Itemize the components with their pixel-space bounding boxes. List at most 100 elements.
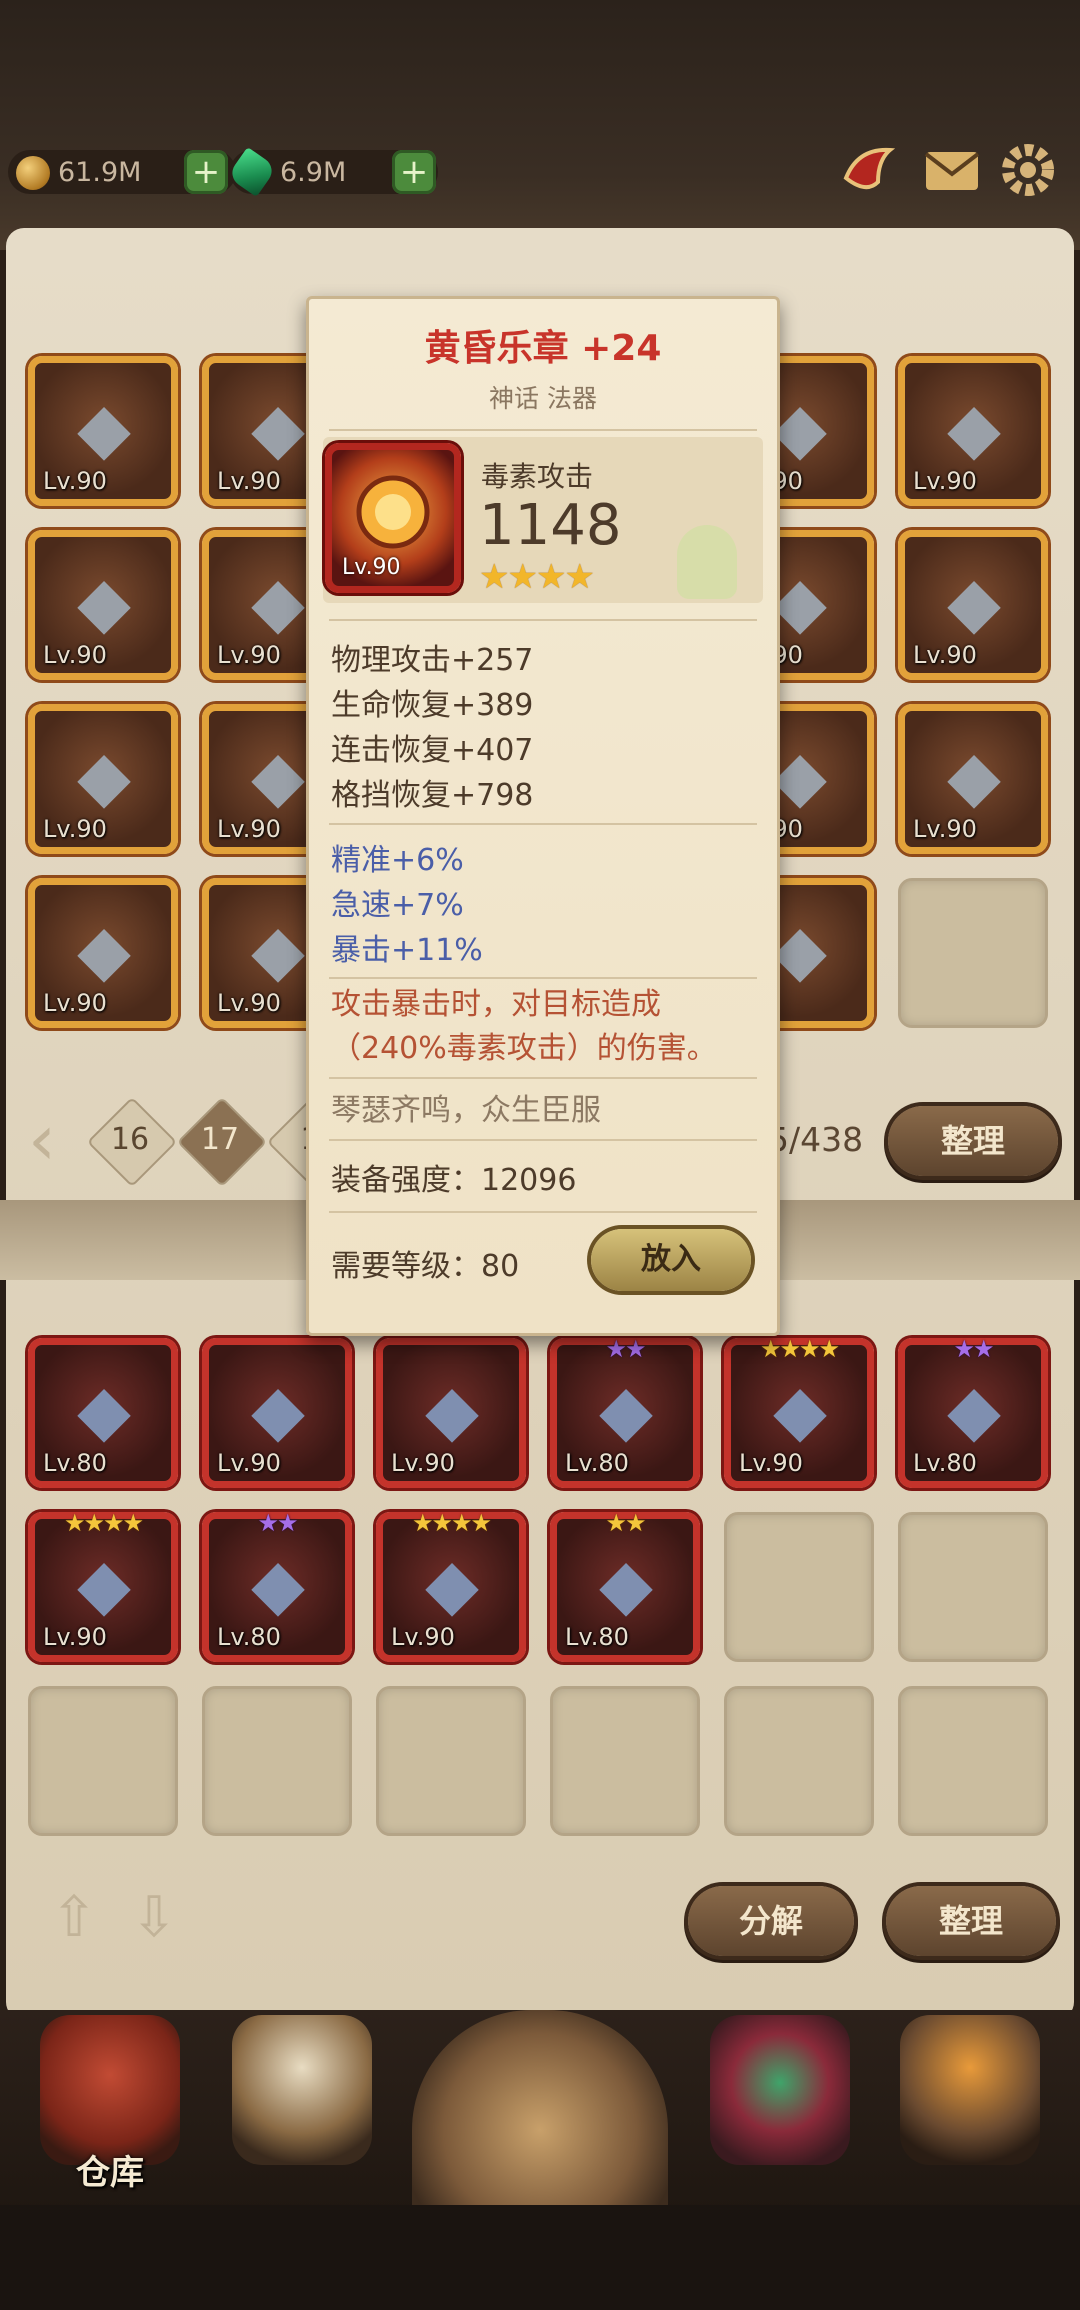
mail-icon[interactable] bbox=[920, 138, 984, 202]
slot-level: Lv.90 bbox=[43, 1623, 107, 1651]
equipped-slot[interactable]: ◆ ★★ Lv.80 bbox=[898, 1335, 1048, 1488]
inventory-slot[interactable]: ◆Lv.90 bbox=[898, 704, 1048, 854]
scroll-down-arrow-icon[interactable]: ⇩ bbox=[124, 1888, 184, 1948]
empty-slot[interactable] bbox=[376, 1686, 526, 1836]
tavern-icon bbox=[232, 2015, 372, 2165]
equipped-slot[interactable]: ◆ ★★ Lv.80 bbox=[550, 1335, 700, 1488]
helmet-nav-icon bbox=[710, 2015, 850, 2165]
gem-resource: 6.9M + bbox=[226, 146, 438, 198]
main-attr-label: 毒素攻击 bbox=[481, 460, 594, 493]
coin-resource: 61.9M + bbox=[8, 150, 236, 194]
armor-icon: ◆ bbox=[77, 1543, 131, 1625]
gem-amount: 6.9M bbox=[280, 156, 347, 188]
slot-level: Lv.90 bbox=[217, 1449, 281, 1477]
inventory-slot[interactable]: ◆Lv.90 bbox=[28, 704, 178, 854]
inventory-slot[interactable]: ◆Lv.90 bbox=[28, 878, 178, 1028]
empty-slot[interactable] bbox=[724, 1512, 874, 1662]
slot-level: Lv.80 bbox=[913, 1449, 977, 1477]
slot-stars: ★★ bbox=[605, 1509, 646, 1537]
eyeball-icon: ◆ bbox=[251, 1543, 305, 1625]
nav-tavern[interactable] bbox=[212, 2005, 392, 2195]
item-icon: Lv.90 bbox=[325, 443, 461, 593]
divider bbox=[329, 977, 757, 979]
slot-level: Lv.90 bbox=[913, 641, 977, 669]
inventory-slot[interactable]: ◆Lv.90 bbox=[898, 530, 1048, 680]
level-label: 需要等级： bbox=[331, 1249, 481, 1284]
slot-level: Lv.80 bbox=[217, 1623, 281, 1651]
flavor-text: 琴瑟齐鸣，众生臣服 bbox=[331, 1093, 601, 1128]
wing-icon: ◆ bbox=[425, 1543, 479, 1625]
page-number: 16 bbox=[110, 1122, 150, 1157]
scroll-up-arrow-icon[interactable]: ⇧ bbox=[44, 1888, 104, 1948]
add-gem-button[interactable]: + bbox=[392, 150, 436, 194]
prev-page-arrow-icon[interactable]: ‹ bbox=[28, 1105, 56, 1175]
stat-line: 连击恢复+407 bbox=[331, 733, 534, 768]
horn-icon[interactable] bbox=[838, 138, 902, 202]
amber-orb-icon: ◆ bbox=[773, 1369, 827, 1451]
item-level: Lv.90 bbox=[342, 555, 401, 580]
warehouse-icon bbox=[40, 2015, 180, 2165]
slot-level: Lv.90 bbox=[739, 1449, 803, 1477]
slot-stars: ★★ bbox=[953, 1335, 994, 1363]
inventory-slot[interactable]: ◆Lv.90 bbox=[898, 356, 1048, 506]
slot-level: Lv.90 bbox=[217, 815, 281, 843]
equipped-slot[interactable]: ◆ Lv.90 bbox=[376, 1338, 526, 1488]
slot-level: Lv.90 bbox=[217, 989, 281, 1017]
empty-slot[interactable] bbox=[898, 1686, 1048, 1836]
inventory-slot[interactable]: ◆Lv.90 bbox=[28, 530, 178, 680]
equipped-slot[interactable]: ◆ ★★★★ Lv.90 bbox=[724, 1335, 874, 1488]
item-tooltip: 黄昏乐章 +24 神话 法器 Lv.90 毒素攻击 1148 ★★★★ 物理攻击… bbox=[306, 296, 780, 1336]
slot-stars: ★★ bbox=[257, 1509, 298, 1537]
slot-level: Lv.80 bbox=[565, 1623, 629, 1651]
empty-slot[interactable] bbox=[898, 1512, 1048, 1662]
slot-level: Lv.90 bbox=[217, 467, 281, 495]
slot-level: Lv.90 bbox=[43, 467, 107, 495]
power-row: 装备强度：12096 bbox=[331, 1155, 576, 1199]
main-attr-value: 1148 bbox=[479, 493, 622, 558]
forge-icon bbox=[900, 2015, 1040, 2165]
jade-ring-icon: ◆ bbox=[947, 561, 1001, 643]
item-count: 5/438 bbox=[768, 1120, 864, 1159]
equipped-slot[interactable]: ◆ ★★★★ Lv.90 bbox=[376, 1509, 526, 1662]
empty-slot[interactable] bbox=[202, 1686, 352, 1836]
empty-slot[interactable] bbox=[550, 1686, 700, 1836]
divider bbox=[329, 619, 757, 621]
slot-level: Lv.90 bbox=[217, 641, 281, 669]
scimitar-icon: ◆ bbox=[425, 1369, 479, 1451]
equipped-slot[interactable]: ◆ Lv.90 bbox=[202, 1338, 352, 1488]
ring-icon: ◆ bbox=[77, 735, 131, 817]
nav-warehouse[interactable]: 仓库 bbox=[20, 2005, 200, 2195]
stat-line: 生命恢复+389 bbox=[331, 688, 534, 723]
equip-button[interactable]: 放入 bbox=[591, 1229, 751, 1291]
top-bar bbox=[0, 0, 1080, 250]
slot-level: Lv.90 bbox=[913, 467, 977, 495]
empty-slot[interactable] bbox=[898, 878, 1048, 1028]
nav-forge[interactable] bbox=[880, 2005, 1060, 2195]
inventory-slot[interactable]: ◆Lv.90 bbox=[28, 356, 178, 506]
nav-helmet[interactable] bbox=[690, 2005, 870, 2195]
divider bbox=[329, 823, 757, 825]
sort-button-bottom[interactable]: 整理 bbox=[886, 1886, 1056, 1956]
slot-level: Lv.80 bbox=[43, 1449, 107, 1477]
boot-icon: ◆ bbox=[77, 1369, 131, 1451]
equipped-slot[interactable]: ◆ ★★ Lv.80 bbox=[202, 1509, 352, 1662]
equipped-slot[interactable]: ◆ ★★★★ Lv.90 bbox=[28, 1509, 178, 1662]
crystal-blade-icon: ◆ bbox=[947, 735, 1001, 817]
slot-level: Lv.90 bbox=[913, 815, 977, 843]
gear-icon[interactable] bbox=[996, 138, 1060, 202]
decompose-button[interactable]: 分解 bbox=[688, 1886, 854, 1956]
add-coin-button[interactable]: + bbox=[184, 150, 228, 194]
sort-button-top[interactable]: 整理 bbox=[888, 1106, 1058, 1176]
bonus-line: 暴击+11% bbox=[331, 933, 483, 968]
empty-slot[interactable] bbox=[28, 1686, 178, 1836]
boot-icon: ◆ bbox=[77, 909, 131, 991]
stat-line: 格挡恢复+798 bbox=[331, 778, 534, 813]
equipped-slot[interactable]: ◆ Lv.80 bbox=[28, 1338, 178, 1488]
eyeball-icon: ◆ bbox=[251, 1369, 305, 1451]
stat-line: 物理攻击+257 bbox=[331, 643, 534, 678]
item-title: 黄昏乐章 +24 bbox=[424, 328, 662, 369]
empty-slot[interactable] bbox=[724, 1686, 874, 1836]
equipped-slot[interactable]: ◆ ★★ Lv.80 bbox=[550, 1509, 700, 1662]
power-label: 装备强度： bbox=[331, 1163, 481, 1198]
slot-stars: ★★★★ bbox=[411, 1509, 492, 1537]
